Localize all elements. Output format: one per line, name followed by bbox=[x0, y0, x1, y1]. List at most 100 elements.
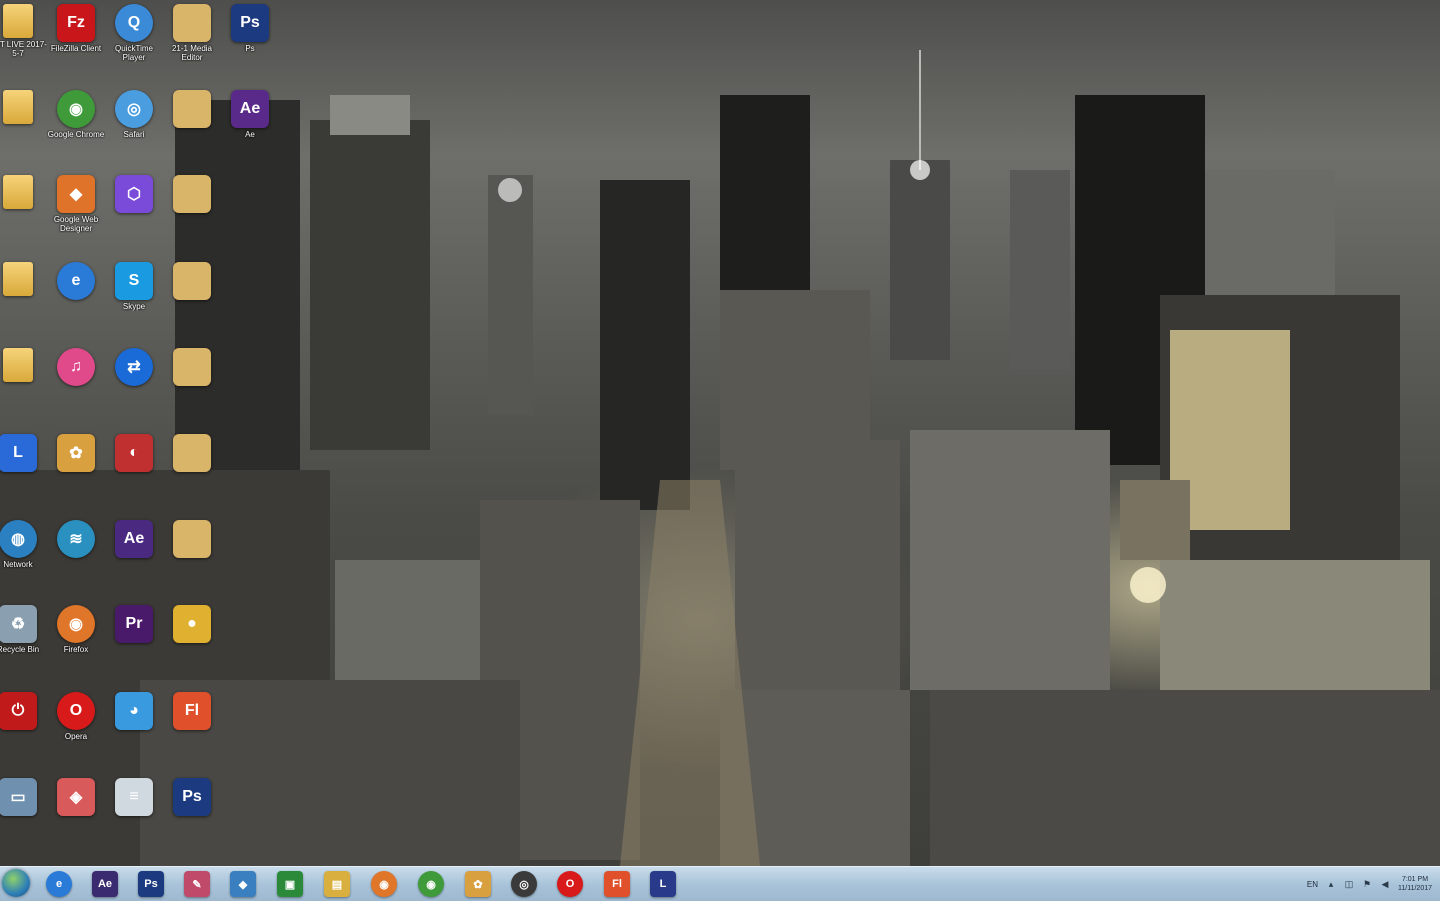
desktop-icon[interactable]: Fl bbox=[166, 692, 218, 764]
document-icon: ≡ bbox=[115, 778, 153, 816]
desktop-icon-label: Network bbox=[3, 560, 33, 569]
desktop-icon-label: 21-1 Media Editor bbox=[171, 44, 213, 62]
premiere-icon: Pr bbox=[115, 605, 153, 643]
desktop-icon[interactable]: ◐ bbox=[108, 434, 160, 506]
show-hidden-icons-icon[interactable]: ▴ bbox=[1326, 879, 1336, 889]
taskbar-firefox-icon[interactable]: ◉ bbox=[371, 871, 397, 897]
safari-icon: ◎ bbox=[115, 90, 153, 128]
firefox-icon: ◉ bbox=[57, 605, 95, 643]
language-indicator[interactable]: EN bbox=[1307, 880, 1318, 889]
folder-image-icon bbox=[173, 434, 211, 472]
taskbar-photoshop-icon[interactable]: Ps bbox=[138, 871, 164, 897]
clock-time: 7:01 PM bbox=[1401, 876, 1429, 883]
desktop-icon[interactable]: ▭ bbox=[0, 778, 44, 850]
desktop-icon[interactable]: ◍ Network bbox=[0, 520, 44, 592]
app-icon: ◈ bbox=[57, 778, 95, 816]
desktop-icon[interactable]: Q QuickTime Player bbox=[108, 4, 160, 76]
folder-icon bbox=[3, 348, 33, 382]
desktop-icon[interactable]: Ae Ae bbox=[224, 90, 276, 162]
internet-explorer-icon: e bbox=[57, 262, 95, 300]
taskbar-app-icon[interactable]: ✿ bbox=[465, 871, 491, 897]
desktop-icon[interactable]: ✿ bbox=[50, 434, 102, 506]
desktop-icon[interactable]: 21-1 Media Editor bbox=[166, 4, 218, 76]
desktop-icon-label: Safari bbox=[123, 130, 145, 139]
filezilla-icon: Fz bbox=[57, 4, 95, 42]
desktop-icon[interactable]: Ps bbox=[166, 778, 218, 850]
desktop-icon[interactable] bbox=[0, 90, 44, 162]
network-tray-icon[interactable]: ◫ bbox=[1344, 879, 1354, 889]
desktop-icon[interactable] bbox=[166, 262, 218, 334]
quicktime-icon: Q bbox=[115, 4, 153, 42]
desktop-icon[interactable]: ≋ bbox=[50, 520, 102, 592]
wifi-icon: ≋ bbox=[57, 520, 95, 558]
desktop-icon[interactable]: L bbox=[0, 434, 44, 506]
desktop-icon[interactable] bbox=[166, 520, 218, 592]
folder-icon bbox=[3, 90, 33, 124]
desktop-icon[interactable] bbox=[0, 262, 44, 334]
desktop-icon[interactable]: O Opera bbox=[50, 692, 102, 764]
desktop-icon[interactable] bbox=[0, 348, 44, 420]
desktop-icon[interactable]: ≡ bbox=[108, 778, 160, 850]
desktop-icon[interactable]: ⇄ bbox=[108, 348, 160, 420]
taskbar-opera-icon[interactable]: O bbox=[557, 871, 583, 897]
desktop-icon[interactable]: e bbox=[50, 262, 102, 334]
app-icon: Fl bbox=[173, 692, 211, 730]
taskbar-media-icon[interactable]: ◎ bbox=[511, 871, 537, 897]
desktop-icon[interactable]: ♫ bbox=[50, 348, 102, 420]
taskbar-terminal-icon[interactable]: ▣ bbox=[277, 871, 303, 897]
folder-image-icon bbox=[173, 520, 211, 558]
folder-image-icon bbox=[173, 348, 211, 386]
app-icon: ✿ bbox=[57, 434, 95, 472]
desktop-icon[interactable]: Ps Ps bbox=[224, 4, 276, 76]
desktop-icon[interactable]: ◆ Google Web Designer bbox=[50, 175, 102, 247]
desktop-icon[interactable] bbox=[166, 90, 218, 162]
desktop-icon[interactable]: Pr bbox=[108, 605, 160, 677]
desktop-icon[interactable] bbox=[166, 434, 218, 506]
desktop-icon[interactable]: ♻ Recycle Bin bbox=[0, 605, 44, 677]
desktop-icon[interactable]: ◉ Google Chrome bbox=[47, 90, 105, 162]
taskbar-internet-explorer-icon[interactable]: e bbox=[46, 871, 72, 897]
taskbar-paint-icon[interactable]: ✎ bbox=[184, 871, 210, 897]
action-center-flag-icon[interactable]: ⚑ bbox=[1362, 879, 1372, 889]
clock[interactable]: 7:01 PM 11/11/2017 bbox=[1398, 875, 1432, 893]
after-effects-icon: Ae bbox=[115, 520, 153, 558]
desktop-icon[interactable]: Fz FileZilla Client bbox=[50, 4, 102, 76]
taskbar-app-icon[interactable]: L bbox=[650, 871, 676, 897]
desktop-icon[interactable]: Ae bbox=[108, 520, 160, 592]
photoshop-icon: Ps bbox=[231, 4, 269, 42]
start-button[interactable] bbox=[2, 869, 30, 897]
taskbar-flash-icon[interactable]: Fl bbox=[604, 871, 630, 897]
desktop-icon-label: Opera bbox=[64, 732, 88, 741]
desktop-icon[interactable] bbox=[166, 348, 218, 420]
folder-image-icon bbox=[173, 90, 211, 128]
system-tray: EN ▴ ◫ ⚑ ◀ 7:01 PM 11/11/2017 bbox=[1307, 867, 1432, 901]
folder-icon bbox=[3, 4, 33, 38]
desktop-icon[interactable]: ◕ bbox=[108, 692, 160, 764]
desktop-icon[interactable]: ⏻ bbox=[0, 692, 44, 764]
desktop-icon[interactable]: ⬡ bbox=[108, 175, 160, 247]
desktop-icon-label: Google Chrome bbox=[47, 130, 105, 139]
desktop-icon[interactable]: ◎ Safari bbox=[108, 90, 160, 162]
volume-icon[interactable]: ◀ bbox=[1380, 879, 1390, 889]
taskbar-explorer-icon[interactable]: ▤ bbox=[324, 871, 350, 897]
computer-icon: ▭ bbox=[0, 778, 37, 816]
desktop-icon-label: Google Web Designer bbox=[53, 215, 99, 233]
desktop-icon-label: Ps bbox=[245, 44, 255, 53]
desktop-icon[interactable]: ◈ bbox=[50, 778, 102, 850]
folder-icon bbox=[3, 262, 33, 296]
user-icon: L bbox=[0, 434, 37, 472]
desktop-icon-label: QuickTime Player bbox=[115, 44, 153, 62]
desktop-icon[interactable]: ◉ Firefox bbox=[50, 605, 102, 677]
desktop-icon[interactable]: ● bbox=[166, 605, 218, 677]
desktop-icon[interactable] bbox=[0, 175, 44, 247]
desktop-icon[interactable]: BST LIVE 2017-5-7 bbox=[0, 4, 47, 76]
desktop-icon[interactable]: S Skype bbox=[108, 262, 160, 334]
network-icon: ◍ bbox=[0, 520, 37, 558]
desktop-icon-label: FileZilla Client bbox=[50, 44, 102, 53]
chrome-icon: ◉ bbox=[57, 90, 95, 128]
taskbar-after-effects-icon[interactable]: Ae bbox=[92, 871, 118, 897]
desktop-icon[interactable] bbox=[166, 175, 218, 247]
taskbar-chrome-icon[interactable]: ◉ bbox=[418, 871, 444, 897]
taskbar-app-icon[interactable]: ◆ bbox=[230, 871, 256, 897]
desktop-icon-label: BST LIVE 2017-5-7 bbox=[0, 40, 47, 58]
